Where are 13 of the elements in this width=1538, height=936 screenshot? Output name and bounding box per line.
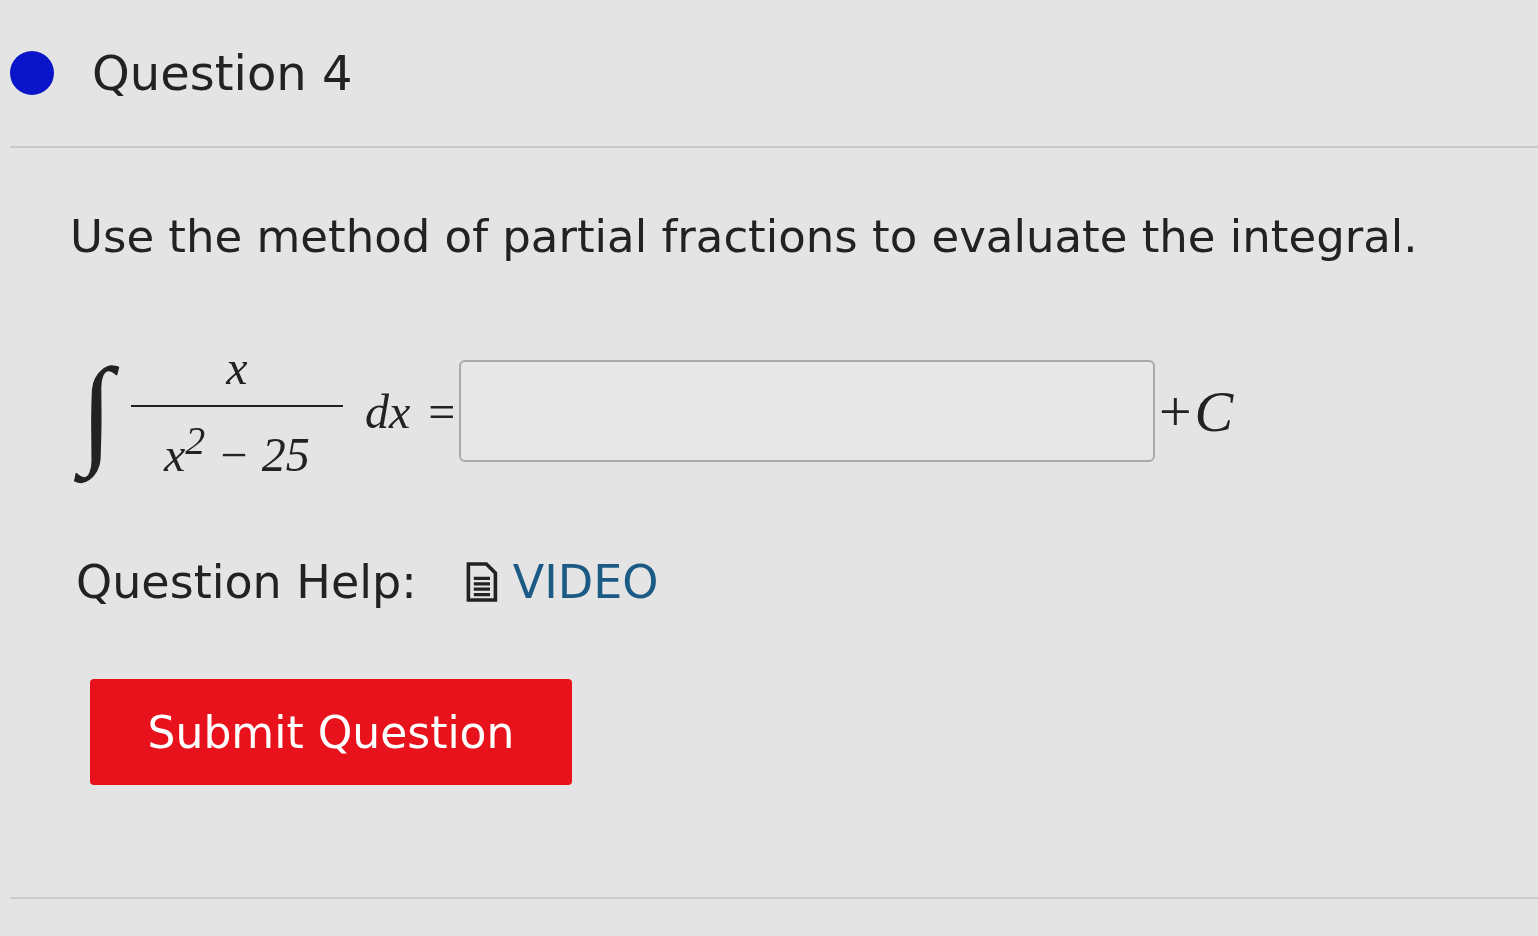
equals-sign: = bbox=[428, 383, 456, 439]
constant-term: +C bbox=[1155, 377, 1234, 445]
submit-button[interactable]: Submit Question bbox=[90, 679, 572, 785]
help-label: Question Help: bbox=[76, 555, 417, 609]
answer-field[interactable] bbox=[459, 360, 1156, 462]
status-dot-icon bbox=[10, 51, 54, 95]
question-prompt: Use the method of partial fractions to evaluate the integral. bbox=[70, 210, 1419, 263]
video-link[interactable]: VIDEO bbox=[462, 555, 659, 609]
denominator: x$^{2}$ − 25 bbox=[164, 417, 310, 482]
differential: dx bbox=[364, 383, 411, 439]
question-title: Question 4 bbox=[92, 45, 353, 101]
integral-sign: ∫ bbox=[74, 333, 123, 489]
numerator: x bbox=[226, 340, 248, 395]
